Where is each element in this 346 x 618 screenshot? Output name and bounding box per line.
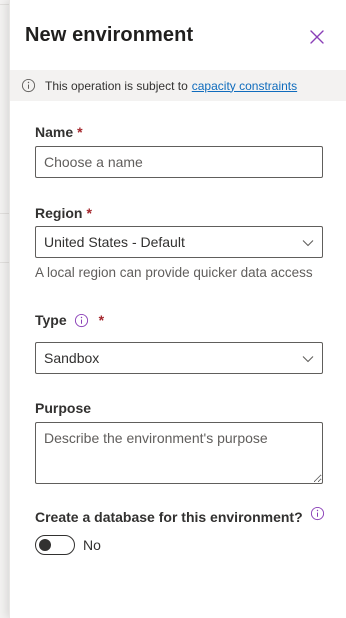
required-marker: * — [98, 312, 105, 328]
message-bar: This operation is subject to capacity co… — [10, 70, 346, 101]
create-database-label-text: Create a database for this environment? — [35, 509, 303, 525]
create-database-label: Create a database for this environment? — [35, 506, 325, 525]
capacity-constraints-link[interactable]: capacity constraints — [192, 79, 297, 93]
region-hint: A local region can provide quicker data … — [35, 265, 313, 280]
toggle-state-text: No — [83, 537, 101, 553]
purpose-label: Purpose — [35, 400, 91, 416]
name-label-text: Name — [35, 124, 74, 140]
chevron-down-icon — [302, 240, 314, 247]
required-marker: * — [77, 124, 83, 140]
toggle-knob — [39, 539, 51, 551]
type-label: Type * — [35, 312, 104, 328]
info-icon — [21, 78, 36, 93]
info-icon[interactable] — [310, 506, 325, 521]
close-icon — [310, 30, 324, 44]
create-database-toggle[interactable] — [35, 535, 75, 555]
panel-title: New environment — [25, 24, 194, 46]
type-label-text: Type — [35, 312, 67, 328]
region-selected-value: United States - Default — [44, 234, 185, 250]
info-icon[interactable] — [74, 313, 89, 328]
purpose-label-text: Purpose — [35, 400, 92, 416]
purpose-textarea[interactable] — [35, 422, 323, 484]
background-divider — [0, 213, 9, 214]
region-label: Region * — [35, 205, 92, 221]
background-page — [0, 0, 9, 618]
type-selected-value: Sandbox — [44, 350, 100, 366]
region-dropdown[interactable]: United States - Default — [35, 226, 323, 258]
background-divider — [0, 262, 9, 263]
name-input[interactable] — [35, 146, 323, 178]
type-dropdown[interactable]: Sandbox — [35, 342, 323, 374]
background-divider — [0, 4, 9, 5]
required-marker: * — [86, 205, 92, 221]
close-button[interactable] — [306, 26, 328, 48]
region-label-text: Region — [35, 205, 83, 221]
chevron-down-icon — [302, 356, 314, 363]
new-environment-panel: New environment This operation is subjec… — [9, 0, 346, 618]
message-bar-text: This operation is subject to — [45, 78, 188, 93]
name-label: Name * — [35, 124, 83, 140]
